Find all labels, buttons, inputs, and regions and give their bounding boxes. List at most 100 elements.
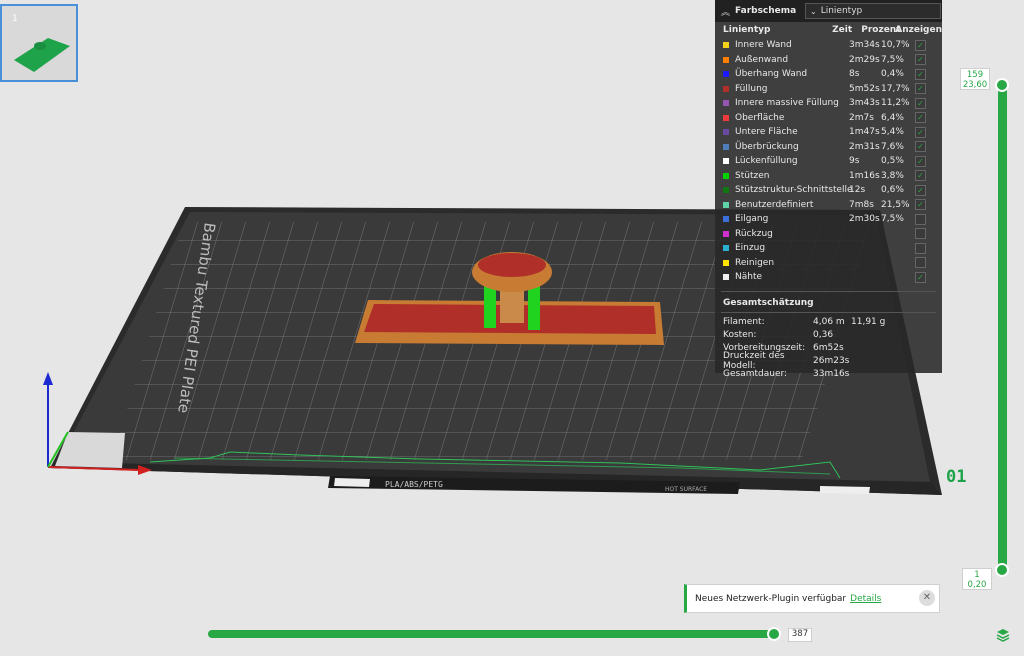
show-checkbox[interactable]: ✓ bbox=[915, 112, 926, 124]
line-type-time: 9s bbox=[849, 156, 860, 167]
move-slider-track[interactable] bbox=[208, 630, 778, 638]
line-type-row: Rückzug bbox=[715, 227, 942, 242]
layer-slider-track[interactable] bbox=[998, 84, 1007, 570]
line-type-percent: 7,6% bbox=[881, 141, 904, 152]
show-checkbox[interactable]: ✓ bbox=[915, 54, 926, 66]
summary-key: Gesamtdauer: bbox=[723, 369, 788, 379]
summary-row: Filament: 4,06 m 11,91 g bbox=[715, 316, 942, 329]
line-type-row: Stützen 1m16s 3,8% ✓ bbox=[715, 169, 942, 184]
show-checkbox[interactable]: ✓ bbox=[915, 39, 926, 51]
panel-header: ︽ Farbschema ⌄ Linientyp bbox=[715, 0, 942, 22]
close-icon[interactable]: ✕ bbox=[919, 590, 935, 606]
line-type-name: Rückzug bbox=[735, 228, 773, 239]
plate-thumbnail-icon bbox=[14, 38, 70, 72]
layer-bottom-label: 1 0,20 bbox=[962, 568, 992, 590]
line-type-name: Überbrückung bbox=[735, 141, 799, 152]
show-checkbox[interactable] bbox=[915, 228, 926, 240]
show-checkbox[interactable] bbox=[915, 257, 926, 269]
line-type-time: 3m34s bbox=[849, 40, 880, 51]
show-checkbox[interactable]: ✓ bbox=[915, 271, 926, 283]
show-checkbox[interactable]: ✓ bbox=[915, 97, 926, 109]
line-type-row: Einzug bbox=[715, 241, 942, 256]
show-checkbox[interactable]: ✓ bbox=[915, 83, 926, 95]
notification-text: Neues Netzwerk-Plugin verfügbar bbox=[695, 593, 847, 604]
layers-icon[interactable] bbox=[996, 628, 1010, 642]
line-type-name: Außenwand bbox=[735, 54, 789, 65]
line-type-percent: 10,7% bbox=[881, 40, 910, 51]
summary-value: 6m52s bbox=[813, 343, 844, 353]
color-swatch bbox=[723, 201, 729, 208]
col-percent: Prozent bbox=[861, 25, 901, 35]
color-swatch bbox=[723, 187, 729, 194]
line-type-time: 2m31s bbox=[849, 141, 880, 152]
layer-slider-top-handle[interactable] bbox=[995, 78, 1009, 92]
show-checkbox[interactable]: ✓ bbox=[915, 126, 926, 138]
line-type-name: Überhang Wand bbox=[735, 69, 808, 80]
line-type-name: Untere Fläche bbox=[735, 127, 798, 138]
color-swatch bbox=[723, 259, 729, 266]
show-checkbox[interactable]: ✓ bbox=[915, 141, 926, 153]
summary-value: 4,06 m bbox=[813, 317, 845, 327]
plate-thumbnail-number: 1 bbox=[12, 14, 18, 24]
plate-hot-label: HOT SURFACE bbox=[665, 486, 707, 493]
notification-details-link[interactable]: Details bbox=[850, 594, 881, 604]
line-type-row: Nähte ✓ bbox=[715, 270, 942, 285]
line-type-time: 7m8s bbox=[849, 199, 874, 210]
col-time: Zeit bbox=[832, 25, 853, 35]
show-checkbox[interactable]: ✓ bbox=[915, 184, 926, 196]
line-type-percent: 7,5% bbox=[881, 54, 904, 65]
show-checkbox[interactable]: ✓ bbox=[915, 155, 926, 167]
move-slider-value: 387 bbox=[788, 628, 812, 642]
collapse-icon[interactable]: ︽ bbox=[721, 5, 735, 18]
line-type-row: Außenwand 2m29s 7,5% ✓ bbox=[715, 53, 942, 68]
color-swatch bbox=[723, 158, 729, 165]
line-type-name: Oberfläche bbox=[735, 112, 785, 123]
line-type-time: 2m30s bbox=[849, 214, 880, 225]
color-swatch bbox=[723, 71, 729, 78]
line-type-percent: 7,5% bbox=[881, 214, 904, 225]
line-type-row: Stützstruktur-Schnittstelle 12s 0,6% ✓ bbox=[715, 183, 942, 198]
plate-number: 01 bbox=[946, 467, 966, 487]
summary-key: Filament: bbox=[723, 317, 765, 327]
show-checkbox[interactable]: ✓ bbox=[915, 199, 926, 211]
color-swatch bbox=[723, 129, 729, 136]
plate-thumbnail[interactable]: 1 bbox=[0, 4, 78, 82]
line-type-percent: 3,8% bbox=[881, 170, 904, 181]
show-checkbox[interactable] bbox=[915, 213, 926, 225]
summary-row: Gesamtdauer: 33m16s bbox=[715, 368, 942, 381]
line-type-percent: 0,4% bbox=[881, 69, 904, 80]
line-type-time: 1m47s bbox=[849, 127, 880, 138]
summary-key: Druckzeit des Modell: bbox=[723, 351, 785, 371]
summary-key: Kosten: bbox=[723, 330, 757, 340]
color-swatch bbox=[723, 56, 729, 63]
color-swatch bbox=[723, 274, 729, 281]
line-type-row: Innere massive Füllung 3m43s 11,2% ✓ bbox=[715, 96, 942, 111]
line-type-name: Reinigen bbox=[735, 257, 775, 268]
layer-slider-bottom-handle[interactable] bbox=[995, 563, 1009, 577]
line-type-name: Innere massive Füllung bbox=[735, 98, 839, 109]
line-type-time: 8s bbox=[849, 69, 860, 80]
line-type-row: Oberfläche 2m7s 6,4% ✓ bbox=[715, 111, 942, 126]
show-checkbox[interactable] bbox=[915, 242, 926, 254]
show-checkbox[interactable]: ✓ bbox=[915, 68, 926, 80]
layer-bottom-number: 1 bbox=[974, 570, 980, 580]
line-type-time: 2m7s bbox=[849, 112, 874, 123]
line-type-name: Benutzerdefiniert bbox=[735, 199, 814, 210]
plugin-notification: Neues Netzwerk-Plugin verfügbar Details … bbox=[684, 584, 940, 613]
line-type-percent: 5,4% bbox=[881, 127, 904, 138]
color-swatch bbox=[723, 172, 729, 179]
show-checkbox[interactable]: ✓ bbox=[915, 170, 926, 182]
color-swatch bbox=[723, 230, 729, 237]
line-type-percent: 6,4% bbox=[881, 112, 904, 123]
line-type-row: Benutzerdefiniert 7m8s 21,5% ✓ bbox=[715, 198, 942, 213]
line-type-row: Untere Fläche 1m47s 5,4% ✓ bbox=[715, 125, 942, 140]
col-line-type: Linientyp bbox=[723, 25, 771, 35]
line-type-name: Eilgang bbox=[735, 214, 769, 225]
color-swatch bbox=[723, 85, 729, 92]
line-type-name: Nähte bbox=[735, 272, 763, 283]
color-scheme-value: Linientyp bbox=[820, 6, 863, 16]
line-type-percent: 11,2% bbox=[881, 98, 910, 109]
color-scheme-select[interactable]: ⌄ Linientyp bbox=[805, 3, 941, 19]
line-type-row: Überbrückung 2m31s 7,6% ✓ bbox=[715, 140, 942, 155]
move-slider-handle[interactable] bbox=[767, 627, 781, 641]
